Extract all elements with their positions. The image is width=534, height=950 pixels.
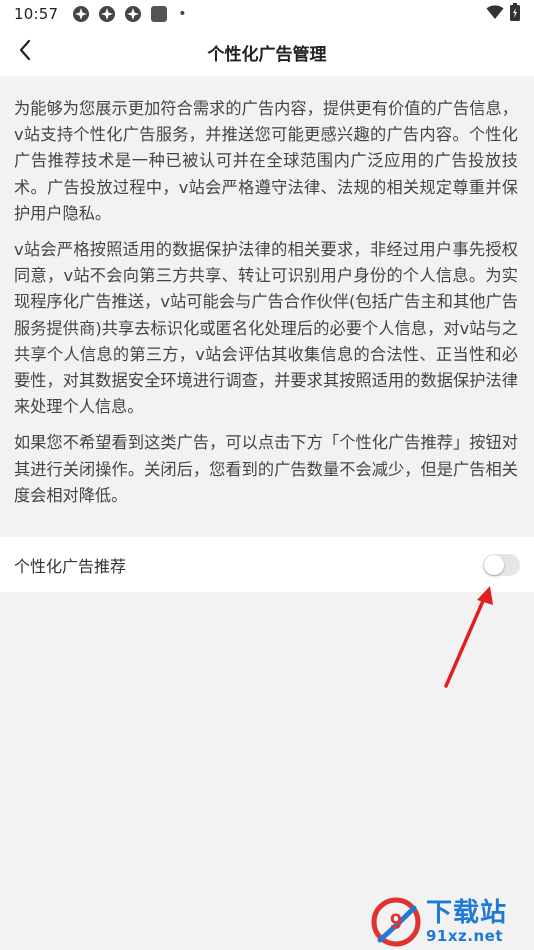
status-bar: 10:57 • bbox=[0, 0, 534, 28]
description-paragraph: 为能够为您展示更加符合需求的广告内容，提供更有价值的广告信息，v站支持个性化广告… bbox=[14, 99, 518, 223]
watermark-text: 下载站 91xz.net bbox=[426, 900, 507, 944]
chevron-left-icon bbox=[18, 39, 32, 65]
notification-icon bbox=[98, 5, 116, 23]
annotation-arrow bbox=[444, 586, 493, 688]
notification-icon bbox=[72, 5, 90, 23]
watermark-cn: 下载站 bbox=[426, 898, 508, 928]
app-square-icon bbox=[150, 5, 168, 23]
setting-label: 个性化广告推荐 bbox=[14, 556, 127, 576]
watermark: 9 下载站 91xz.net bbox=[370, 896, 530, 948]
notification-icon bbox=[124, 5, 142, 23]
page-title: 个性化广告管理 bbox=[207, 44, 327, 65]
back-button[interactable] bbox=[12, 38, 38, 66]
status-time: 10:57 bbox=[14, 5, 59, 23]
watermark-url: 91xz.net bbox=[426, 927, 504, 945]
header: 个性化广告管理 bbox=[0, 28, 534, 76]
description-paragraph: 如果您不希望看到这类广告，可以点击下方「个性化广告推荐」按钮对其进行关闭操作。关… bbox=[14, 433, 518, 505]
toggle-knob bbox=[484, 554, 504, 575]
personalized-ads-toggle[interactable] bbox=[483, 553, 520, 576]
battery-icon bbox=[510, 3, 520, 25]
watermark-logo: 9 bbox=[371, 897, 421, 947]
watermark-logo-text: 9 bbox=[390, 909, 402, 934]
status-right bbox=[486, 3, 520, 25]
wifi-icon bbox=[486, 4, 504, 24]
description-section: 为能够为您展示更加符合需求的广告内容，提供更有价值的广告信息，v站支持个性化广告… bbox=[0, 76, 534, 536]
description-paragraph: v站会严格按照适用的数据保护法律的相关要求，非经过用户事先授权同意，v站不会向第… bbox=[14, 240, 518, 417]
status-dot: • bbox=[178, 6, 187, 22]
